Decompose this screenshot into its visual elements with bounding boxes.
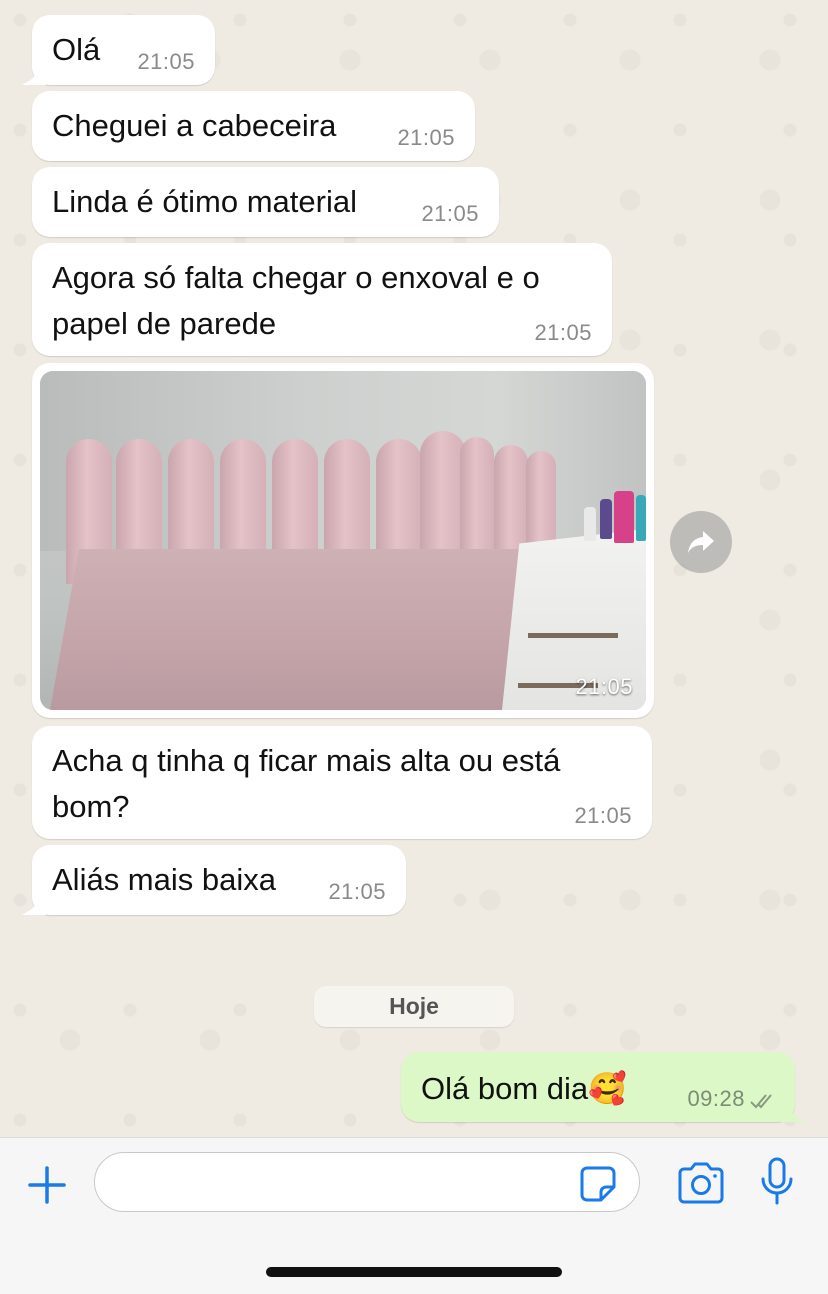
double-check-icon: [750, 1094, 772, 1109]
photo-pink-headboard-bed[interactable]: 21:05: [40, 371, 646, 710]
bubble-tail: [781, 1100, 805, 1122]
message-input-bar: [0, 1137, 828, 1294]
cabinet-handle: [528, 633, 618, 638]
incoming-message[interactable]: Acha q tinha q ficar mais alta ou está b…: [32, 726, 652, 839]
message-text: Cheguei a cabeceira: [52, 108, 337, 143]
sticker-icon: [580, 1166, 616, 1202]
message-input[interactable]: [94, 1152, 640, 1212]
microphone-icon: [761, 1157, 793, 1205]
incoming-message[interactable]: Linda é ótimo material 21:05: [32, 167, 499, 237]
forward-button[interactable]: [670, 511, 732, 573]
attach-button[interactable]: [22, 1160, 72, 1210]
message-text: Acha q tinha q ficar mais alta ou está b…: [52, 743, 561, 824]
message-time: 21:05: [137, 49, 195, 74]
camera-button[interactable]: [674, 1156, 728, 1210]
message-time: 21:05: [397, 125, 455, 150]
plus-icon: [28, 1166, 66, 1204]
message-time: 21:05: [328, 879, 386, 904]
incoming-message[interactable]: Aliás mais baixa 21:05: [22, 845, 406, 915]
sticker-button[interactable]: [576, 1162, 620, 1206]
message-time: 21:05: [421, 201, 479, 226]
message-time: 09:28: [687, 1086, 745, 1111]
incoming-message[interactable]: Cheguei a cabeceira 21:05: [32, 91, 475, 161]
photo-mattress: [50, 549, 530, 710]
camera-icon: [678, 1162, 724, 1204]
outgoing-message[interactable]: Olá bom dia🥰 09:28: [401, 1052, 805, 1122]
incoming-message[interactable]: Agora só falta chegar o enxoval e o pape…: [32, 243, 612, 356]
date-separator: Hoje: [314, 986, 514, 1027]
photo-bottle: [584, 507, 596, 541]
photo-bottle: [636, 495, 646, 541]
message-text: Linda é ótimo material: [52, 184, 357, 219]
bubble-tail: [22, 893, 46, 915]
photo-bottle: [614, 491, 634, 543]
message-time: 21:05: [534, 320, 592, 345]
incoming-message[interactable]: Olá 21:05: [22, 15, 215, 85]
photo-message[interactable]: 21:05: [32, 363, 654, 718]
photo-time: 21:05: [575, 674, 633, 699]
bubble-tail: [22, 63, 46, 85]
forward-icon: [688, 531, 714, 553]
chat-area[interactable]: Olá 21:05 Cheguei a cabeceira 21:05 Lind…: [0, 0, 828, 1137]
message-text: Agora só falta chegar o enxoval e o pape…: [52, 260, 540, 341]
photo-bottle: [600, 499, 612, 539]
home-indicator[interactable]: [266, 1267, 562, 1277]
voice-message-button[interactable]: [752, 1154, 802, 1210]
message-text: Olá bom dia🥰: [421, 1071, 627, 1106]
message-time: 21:05: [574, 803, 632, 828]
